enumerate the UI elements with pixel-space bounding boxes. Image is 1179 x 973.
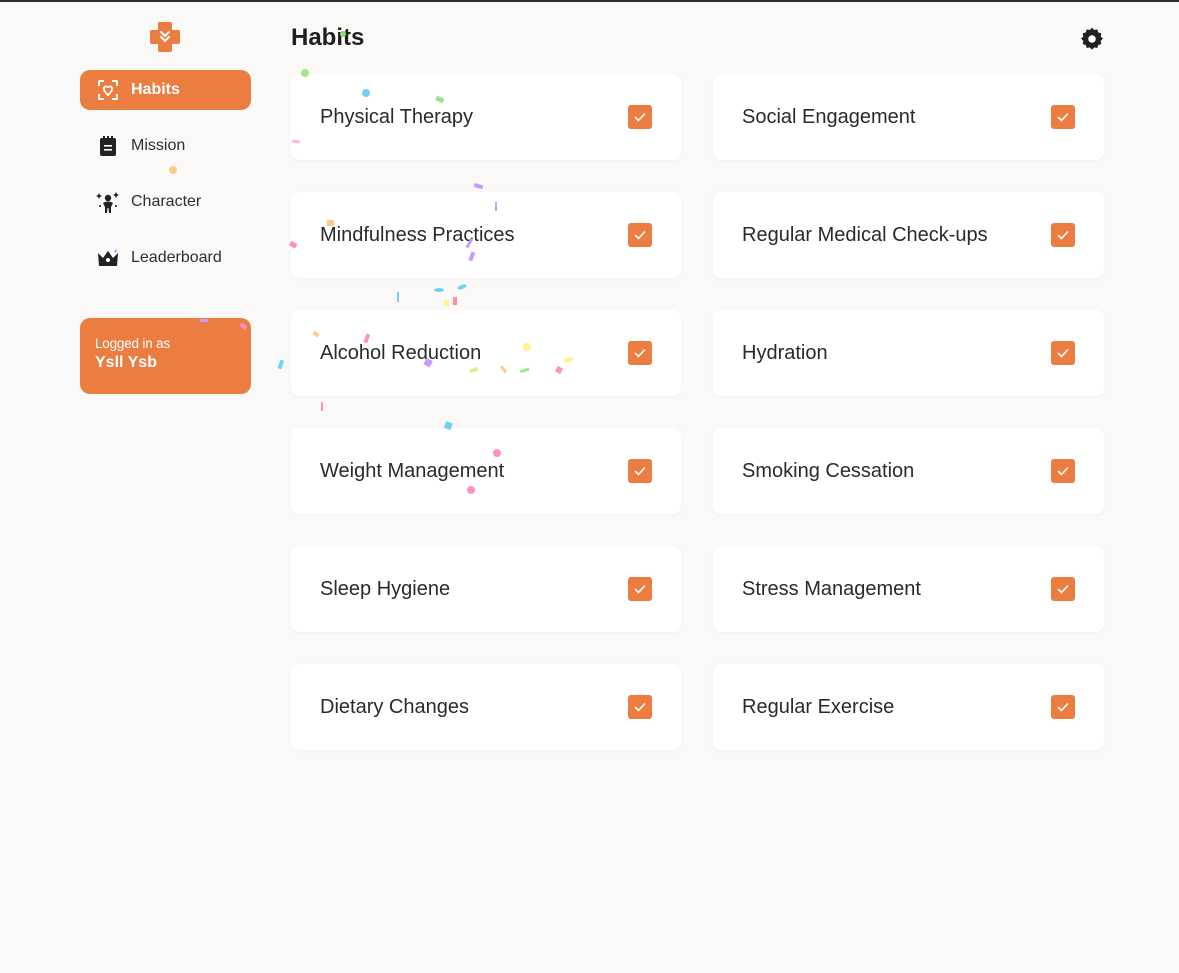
habit-label: Sleep Hygiene <box>320 577 451 600</box>
checkmark-icon <box>1057 703 1069 712</box>
habit-checkbox[interactable] <box>1051 459 1075 483</box>
login-status-card: Logged in as Ysll Ysb <box>80 318 251 394</box>
habit-checkbox[interactable] <box>628 577 652 601</box>
habit-label: Smoking Cessation <box>742 459 915 482</box>
heart-frame-icon <box>96 78 120 102</box>
habit-card[interactable]: Dietary Changes <box>291 664 681 750</box>
checkmark-icon <box>634 113 646 122</box>
habit-grid: Physical Therapy Social Engagement Mindful… <box>291 74 1104 750</box>
sidebar-item-habits[interactable]: Habits <box>80 70 251 110</box>
habit-checkbox[interactable] <box>628 341 652 365</box>
login-caption: Logged in as <box>95 336 170 351</box>
habit-label: Dietary Changes <box>320 695 469 718</box>
habit-card[interactable]: Regular Medical Check-ups <box>713 192 1104 278</box>
sidebar-item-character[interactable]: Character <box>80 182 251 222</box>
habit-label: Regular Exercise <box>742 695 895 718</box>
habit-label: Social Engagement <box>742 105 916 128</box>
checkmark-icon <box>1057 349 1069 358</box>
checkmark-icon <box>634 703 646 712</box>
checkmark-icon <box>1057 585 1069 594</box>
habit-card[interactable]: Hydration <box>713 310 1104 396</box>
habit-label: Mindfulness Practices <box>320 223 515 246</box>
habit-checkbox[interactable] <box>628 223 652 247</box>
sidebar-item-mission[interactable]: Mission <box>80 126 251 166</box>
habit-label: Physical Therapy <box>320 105 474 128</box>
checkmark-icon <box>1057 113 1069 122</box>
habit-card[interactable]: Social Engagement <box>713 74 1104 160</box>
habit-label: Hydration <box>742 341 828 364</box>
habit-checkbox[interactable] <box>628 459 652 483</box>
sidebar-nav: Habits Mission Character Leaderboard <box>80 70 251 294</box>
sidebar-item-leaderboard[interactable]: Leaderboard <box>80 238 251 278</box>
sidebar-item-label: Mission <box>131 137 186 154</box>
habit-card[interactable]: Sleep Hygiene <box>291 546 681 632</box>
checkmark-icon <box>634 467 646 476</box>
checkmark-icon <box>634 231 646 240</box>
username: Ysll Ysb <box>95 354 157 371</box>
crown-icon <box>96 246 120 270</box>
sidebar-item-label: Habits <box>131 81 180 98</box>
sidebar-item-label: Leaderboard <box>131 249 222 266</box>
habit-checkbox[interactable] <box>1051 695 1075 719</box>
checkmark-icon <box>634 349 646 358</box>
app-logo-icon[interactable] <box>148 20 182 54</box>
gear-icon[interactable] <box>1079 26 1105 52</box>
notepad-icon <box>96 134 120 158</box>
habit-checkbox[interactable] <box>1051 105 1075 129</box>
habit-checkbox[interactable] <box>628 105 652 129</box>
sidebar-item-label: Character <box>131 193 202 210</box>
habit-label: Alcohol Reduction <box>320 341 482 364</box>
habit-checkbox[interactable] <box>628 695 652 719</box>
checkmark-icon <box>1057 467 1069 476</box>
habit-checkbox[interactable] <box>1051 577 1075 601</box>
habit-label: Weight Management <box>320 459 505 482</box>
checkmark-icon <box>634 585 646 594</box>
habit-card[interactable]: Mindfulness Practices <box>291 192 681 278</box>
habit-card[interactable]: Regular Exercise <box>713 664 1104 750</box>
habit-card[interactable]: Alcohol Reduction <box>291 310 681 396</box>
habit-label: Regular Medical Check-ups <box>742 223 988 246</box>
habit-checkbox[interactable] <box>1051 341 1075 365</box>
checkmark-icon <box>1057 231 1069 240</box>
habit-label: Stress Management <box>742 577 921 600</box>
habit-checkbox[interactable] <box>1051 223 1075 247</box>
page-title: Habits <box>291 24 365 51</box>
habit-card[interactable]: Weight Management <box>291 428 681 514</box>
habit-card[interactable]: Stress Management <box>713 546 1104 632</box>
habit-card[interactable]: Physical Therapy <box>291 74 681 160</box>
habit-card[interactable]: Smoking Cessation <box>713 428 1104 514</box>
sparkle-person-icon <box>96 190 120 214</box>
